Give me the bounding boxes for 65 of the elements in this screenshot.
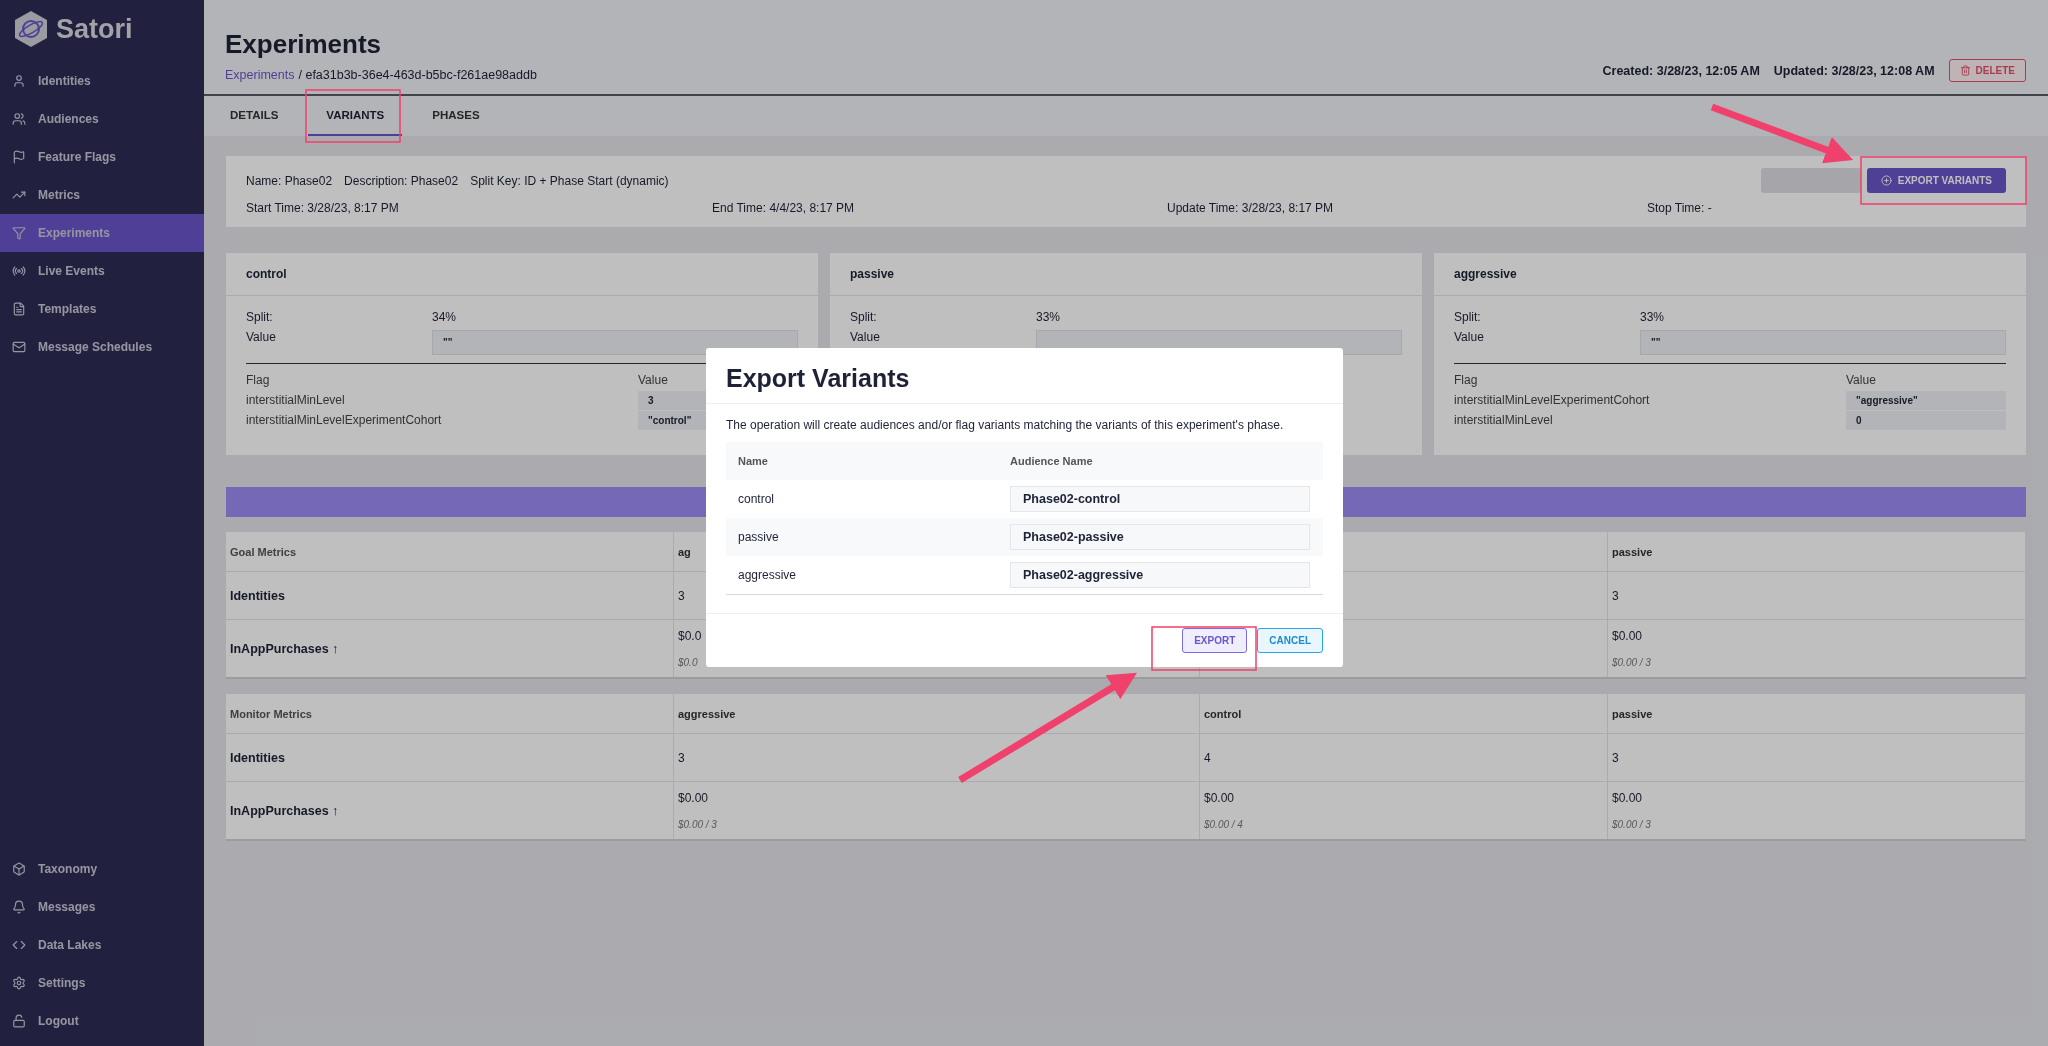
table-cell: $0.00 / 3 — [678, 819, 717, 830]
metric-name: InAppPurchases ↑ — [230, 641, 339, 656]
variant-name: aggressive — [1454, 267, 1517, 281]
phase-field: Name: Phase02 — [246, 173, 333, 188]
table-cell: 4 — [1204, 750, 1211, 765]
flag-name: interstitialMinLevelExperimentCohort — [1454, 393, 1650, 407]
split-value: 33% — [1036, 310, 1062, 324]
variant-name: aggressive — [738, 568, 798, 582]
phase-time: Stop Time: - — [1647, 201, 1713, 215]
table-cell: 3 — [1612, 588, 1619, 603]
table-cell: $0.00 — [1612, 791, 1643, 805]
column-header: passive — [1612, 545, 1653, 558]
phase-field: Description: Phase02 — [344, 173, 459, 188]
column-header: Monitor Metrics — [230, 707, 312, 720]
updated-date: Updated: 3/28/23, 12:08 AM — [1773, 63, 1935, 78]
phase-time: Start Time: 3/28/23, 8:17 PM — [246, 201, 400, 215]
flag-name: interstitialMinLevel — [246, 393, 345, 407]
table-cell: $0.0 — [678, 629, 702, 643]
table-cell: $0.00 / 3 — [1612, 819, 1651, 830]
variant-name: control — [246, 267, 287, 281]
value-label: Value — [246, 330, 277, 344]
table-cell: 3 — [1612, 750, 1619, 765]
column-header: control — [1204, 707, 1242, 720]
split-value: 33% — [1640, 310, 1666, 324]
flag-header: Flag — [246, 373, 270, 387]
column-header: passive — [1612, 707, 1653, 720]
flag-name: interstitialMinLevelExperimentCohort — [246, 413, 442, 427]
split-value: 34% — [432, 310, 458, 324]
table-cell: 3 — [678, 588, 685, 603]
column-header: Goal Metrics — [230, 545, 297, 558]
column-header: aggressive — [678, 707, 736, 720]
table-cell: $0.00 / 4 — [1204, 819, 1243, 830]
split-label: Split: — [1454, 310, 1482, 324]
flag-header: Flag — [1454, 373, 1478, 387]
table-cell: 3 — [678, 750, 685, 765]
dialog-title: Export Variants — [706, 348, 1343, 404]
table-cell: $0.00 — [678, 791, 709, 805]
variant-name: passive — [850, 267, 895, 281]
phase-time: End Time: 4/4/23, 8:17 PM — [712, 201, 856, 215]
logo-text: Satori — [56, 13, 133, 45]
value-header: Value — [638, 373, 668, 387]
metric-name: Identities — [230, 588, 285, 603]
table-cell: $0.00 — [1204, 791, 1235, 805]
value-label: Value — [1454, 330, 1485, 344]
variant-name: passive — [738, 530, 780, 544]
dialog-description: The operation will create audiences and/or flag variants matching the variants of this experiment's phase. — [725, 417, 1285, 434]
split-label: Split: — [850, 310, 878, 324]
phase-time: Update Time: 3/28/23, 8:17 PM — [1167, 201, 1335, 215]
page-title: Experiments — [225, 29, 383, 60]
variant-name: control — [738, 492, 776, 506]
table-cell: $0.00 — [1612, 629, 1643, 643]
breadcrumb-text: / efa31b3b-36e4-463d-b5bc-f261ae98addb — [298, 68, 537, 82]
metric-name: Identities — [230, 750, 285, 765]
value-header: Value — [1846, 373, 1876, 387]
column-header: Audience Name — [1010, 455, 1094, 467]
flag-name: interstitialMinLevel — [1454, 413, 1553, 427]
value-label: Value — [850, 330, 881, 344]
created-date: Created: 3/28/23, 12:05 AM — [1602, 63, 1760, 78]
table-cell: $0.00 / 3 — [1612, 657, 1651, 668]
split-label: Split: — [246, 310, 274, 324]
table-cell: $0.0 — [678, 657, 698, 668]
column-header: Name — [738, 455, 769, 467]
phase-field: Split Key: ID + Phase Start (dynamic) — [470, 173, 669, 188]
metric-name: InAppPurchases ↑ — [230, 803, 339, 818]
column-header: ag — [678, 545, 691, 558]
